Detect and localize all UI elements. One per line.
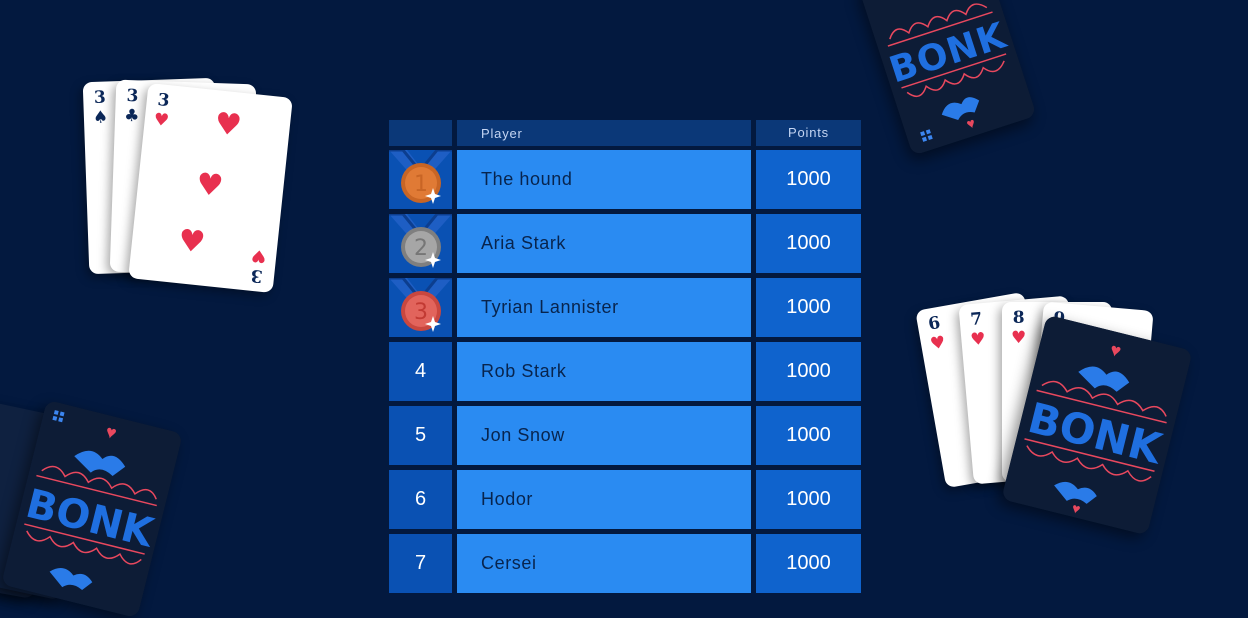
player-header: Player — [457, 120, 751, 146]
player-name: Hodor — [457, 470, 751, 529]
player-name: Rob Stark — [457, 342, 751, 401]
rank-cell: 2 — [389, 214, 452, 273]
player-points: 1000 — [756, 278, 861, 337]
leaderboard: Player Points 1 The hound 1000 2 Aria St… — [389, 120, 861, 598]
leaderboard-row[interactable]: 7 Cersei 1000 — [389, 534, 861, 593]
points-header: Points — [756, 120, 861, 146]
svg-text:2: 2 — [414, 236, 428, 261]
card-3-hearts: 3 ♥ ♥ ♥ ♥ 3 ♥ — [128, 82, 293, 294]
player-name: Cersei — [457, 534, 751, 593]
card-index: 3 ♠ — [92, 87, 109, 129]
leaderboard-row[interactable]: 6 Hodor 1000 — [389, 470, 861, 529]
silver-medal-icon: 2 — [389, 214, 452, 268]
heart-pip: ♥ — [212, 106, 244, 144]
player-points: 1000 — [756, 214, 861, 273]
bronze-medal-icon: 1 — [389, 150, 452, 204]
leaderboard-row[interactable]: 5 Jon Snow 1000 — [389, 406, 861, 465]
card-index: 7 ♥ — [969, 309, 987, 351]
leaderboard-row[interactable]: 3 Tyrian Lannister 1000 — [389, 278, 861, 337]
heart-pip: ♥ — [176, 223, 207, 261]
svg-text:3: 3 — [414, 300, 428, 325]
rank-cell: 7 — [389, 534, 452, 593]
player-points: 1000 — [756, 470, 861, 529]
player-points: 1000 — [756, 534, 861, 593]
svg-text:1: 1 — [414, 172, 428, 197]
player-points: 1000 — [756, 150, 861, 209]
leaderboard-row[interactable]: 4 Rob Stark 1000 — [389, 342, 861, 401]
card-index: 3 ♥ — [152, 90, 171, 132]
card-index: 6 ♥ — [926, 312, 948, 355]
leaderboard-header: Player Points — [389, 120, 861, 146]
card-back-pattern: BONK ♥ — [857, 0, 1037, 156]
card-back-top-right: BONK ♥ — [857, 0, 1037, 156]
leaderboard-row[interactable]: 2 Aria Stark 1000 — [389, 214, 861, 273]
leaderboard-row[interactable]: 1 The hound 1000 — [389, 150, 861, 209]
heart-pip: ♥ — [194, 166, 225, 205]
player-name: Aria Stark — [457, 214, 751, 273]
rank-header — [389, 120, 452, 146]
player-name: Jon Snow — [457, 406, 751, 465]
player-name: Tyrian Lannister — [457, 278, 751, 337]
rank-cell: 6 — [389, 470, 452, 529]
player-points: 1000 — [756, 342, 861, 401]
rank-cell: 5 — [389, 406, 452, 465]
rank-cell: 4 — [389, 342, 452, 401]
player-name: The hound — [457, 150, 751, 209]
rank-cell: 3 — [389, 278, 452, 337]
player-points: 1000 — [756, 406, 861, 465]
card-index-bottom: 3 ♥ — [249, 244, 268, 286]
rank-cell: 1 — [389, 150, 452, 209]
red-medal-icon: 3 — [389, 278, 452, 332]
card-index: 8 ♥ — [1011, 308, 1027, 348]
card-index: 3 ♣ — [123, 85, 140, 127]
